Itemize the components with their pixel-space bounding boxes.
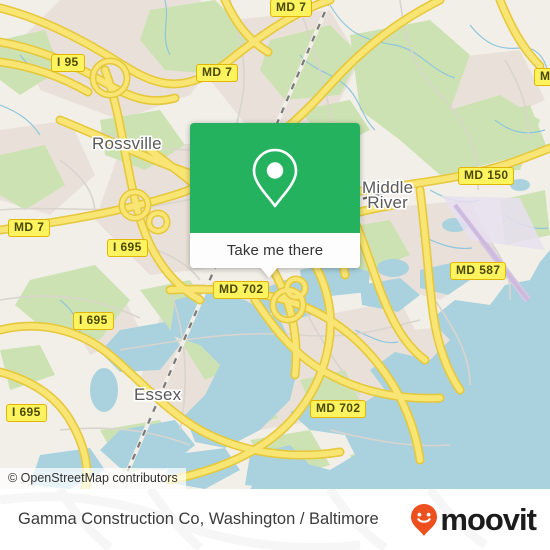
moovit-wordmark: moovit <box>440 502 537 537</box>
highway-shield-md-587[interactable]: MD 587 <box>450 262 507 280</box>
moovit-map-screenshot: Rossville Middle River Essex I 95 MD 7 M… <box>0 0 550 550</box>
highway-shield-md-702-mid[interactable]: MD 702 <box>213 281 270 299</box>
highway-shield-md-150[interactable]: MD 150 <box>458 167 515 185</box>
highway-shield-i-95[interactable]: I 95 <box>51 54 85 72</box>
take-me-there-card[interactable]: Take me there <box>190 123 360 278</box>
highway-shield-md-7-top-right[interactable]: MD 7 <box>270 0 313 17</box>
highway-shield-i-695-left[interactable]: I 695 <box>6 404 47 422</box>
take-me-there-label: Take me there <box>226 242 324 259</box>
map-pin-icon <box>249 147 301 209</box>
footer-content: Gamma Construction Co, Washington / Balt… <box>0 489 550 550</box>
highway-shield-i-695-essex[interactable]: I 695 <box>73 312 114 330</box>
osm-attribution[interactable]: © OpenStreetMap contributors <box>0 468 186 489</box>
highway-shield-md-right-edge[interactable]: MD <box>534 68 550 86</box>
map-label-middle-river: Middle River <box>362 178 414 212</box>
highway-shield-md-7-top[interactable]: MD 7 <box>196 64 239 82</box>
footer-bar: Gamma Construction Co, Washington / Balt… <box>0 489 550 550</box>
moovit-pin-smile-icon <box>410 503 438 537</box>
card-action-area[interactable]: Take me there <box>190 233 360 268</box>
card-body: Take me there <box>190 123 360 268</box>
map-label-essex: Essex <box>134 385 182 404</box>
highway-shield-md-7-left[interactable]: MD 7 <box>8 219 51 237</box>
card-icon-area <box>190 123 360 233</box>
highway-shield-i-695-mid[interactable]: I 695 <box>107 239 148 257</box>
highway-shield-md-702-bottom[interactable]: MD 702 <box>310 400 367 418</box>
map-label-rossville: Rossville <box>92 134 162 153</box>
place-title: Gamma Construction Co, Washington / Balt… <box>18 510 379 528</box>
card-pointer-tail <box>260 267 278 278</box>
moovit-brand[interactable]: moovit <box>410 502 537 537</box>
